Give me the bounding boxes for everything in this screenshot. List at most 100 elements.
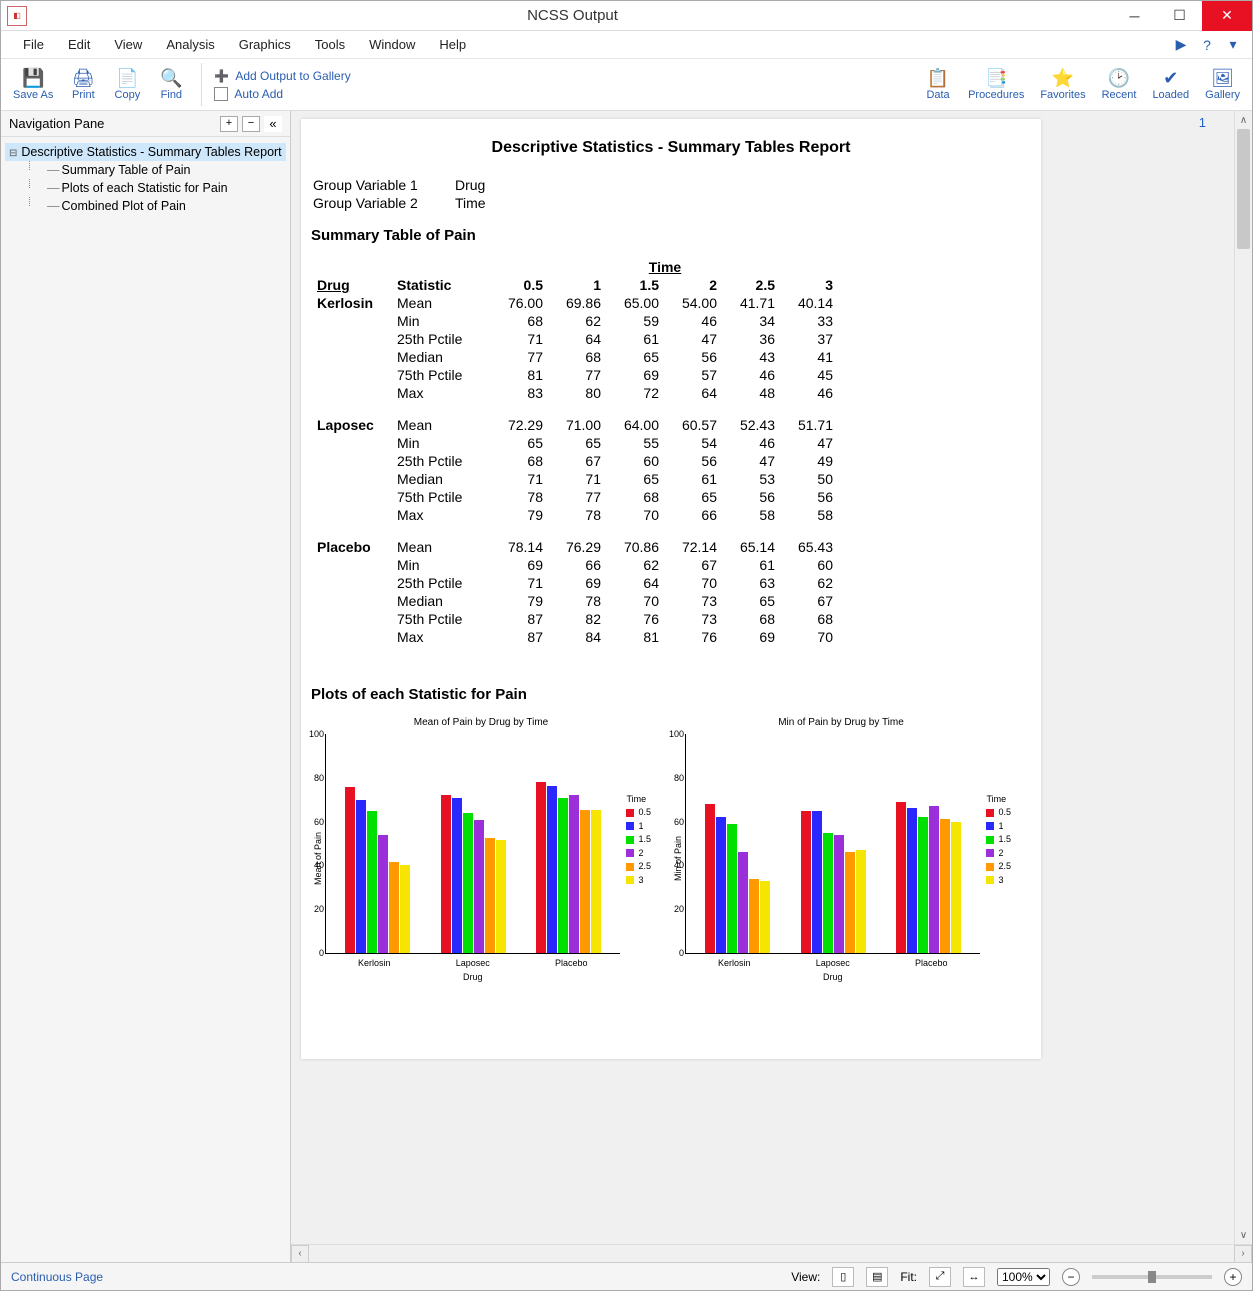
menu-file[interactable]: File — [11, 33, 56, 56]
table-row: 75th Pctile817769574645 — [311, 366, 839, 384]
tool-gallery[interactable]: 🖼Gallery — [1197, 67, 1248, 103]
recent-icon: 🕑 — [1108, 69, 1130, 87]
table-row: KerlosinMean76.0069.8665.0054.0041.7140.… — [311, 294, 839, 312]
bar — [727, 824, 737, 953]
page-mode[interactable]: Continuous Page — [11, 1270, 779, 1284]
zoom-in-button[interactable]: + — [1224, 1268, 1242, 1286]
table-row: Min656555544647 — [311, 434, 839, 452]
chart-0: Mean of Pain by Drug by TimeMean of Pain… — [311, 717, 651, 982]
status-bar: Continuous Page View: ▯ ▤ Fit: ⤢ ↔ 100% … — [1, 1262, 1252, 1290]
nav-pane-title: Navigation Pane — [9, 116, 216, 131]
menu-view[interactable]: View — [102, 33, 154, 56]
toolbar: 💾Save As🖨Print📄Copy🔍Find ➕ Add Output to… — [1, 59, 1252, 111]
table-row: Min686259463433 — [311, 312, 839, 330]
bar — [918, 817, 928, 953]
collapse-pane-button[interactable]: « — [264, 116, 282, 132]
checkbox-icon — [214, 87, 228, 101]
tool-recent[interactable]: 🕑Recent — [1094, 67, 1145, 103]
report-document: Descriptive Statistics - Summary Tables … — [301, 119, 1041, 1059]
zoom-slider[interactable] — [1092, 1275, 1212, 1279]
loaded-icon: ✔ — [1163, 69, 1178, 87]
legend: Time0.511.522.53 — [620, 734, 651, 982]
nav-node[interactable]: —Summary Table of Pain — [5, 161, 286, 179]
tool-save-as[interactable]: 💾Save As — [5, 67, 61, 103]
bar — [367, 811, 377, 953]
section-summary-title: Summary Table of Pain — [311, 227, 1031, 244]
bar — [547, 786, 557, 953]
table-row: Max838072644846 — [311, 384, 839, 402]
tool-loaded[interactable]: ✔Loaded — [1144, 67, 1197, 103]
bar — [823, 833, 833, 953]
tool-find[interactable]: 🔍Find — [149, 67, 193, 103]
menu-edit[interactable]: Edit — [56, 33, 102, 56]
zoom-out-button[interactable]: − — [1062, 1268, 1080, 1286]
menu-tools[interactable]: Tools — [303, 33, 357, 56]
scroll-up-icon[interactable]: ∧ — [1235, 111, 1252, 129]
bar — [705, 804, 715, 953]
bar — [801, 811, 811, 953]
auto-add-checkbox[interactable]: Auto Add — [214, 87, 350, 101]
bar — [345, 787, 355, 953]
plot-area: 020406080100 — [685, 734, 980, 954]
page-number: 1 — [1199, 115, 1206, 130]
close-button[interactable]: ✕ — [1202, 1, 1252, 31]
nav-node[interactable]: —Plots of each Statistic for Pain — [5, 179, 286, 197]
table-row: 25th Pctile716964706362 — [311, 574, 839, 592]
table-row: 75th Pctile878276736868 — [311, 610, 839, 628]
output-viewport[interactable]: 1 Descriptive Statistics - Summary Table… — [291, 111, 1234, 1244]
horizontal-scrollbar[interactable]: ‹ › — [291, 1244, 1252, 1262]
bar — [474, 820, 484, 953]
table-row: 25th Pctile716461473637 — [311, 330, 839, 348]
bar — [569, 795, 579, 953]
tool-procedures[interactable]: 📑Procedures — [960, 67, 1032, 103]
table-row: Min696662676160 — [311, 556, 839, 574]
save-as-icon: 💾 — [22, 69, 44, 87]
table-row: Max797870665858 — [311, 506, 839, 524]
play-icon[interactable]: ▶ — [1172, 36, 1190, 54]
title-bar: ◧ NCSS Output ─ ☐ ✕ — [1, 1, 1252, 31]
bar — [389, 862, 399, 953]
menu-help[interactable]: Help — [427, 33, 478, 56]
collapse-all-button[interactable]: − — [242, 116, 260, 132]
view-single-button[interactable]: ▯ — [832, 1267, 854, 1287]
maximize-button[interactable]: ☐ — [1157, 1, 1202, 31]
add-output-to-gallery[interactable]: ➕ Add Output to Gallery — [214, 69, 350, 83]
view-label: View: — [791, 1270, 820, 1284]
bar — [951, 822, 961, 953]
bar — [463, 813, 473, 953]
minimize-button[interactable]: ─ — [1112, 1, 1157, 31]
tool-print[interactable]: 🖨Print — [61, 67, 105, 103]
scroll-down-icon[interactable]: ∨ — [1235, 1226, 1252, 1244]
chart-1: Min of Pain by Drug by TimeMin of Pain02… — [671, 717, 1011, 982]
bar — [738, 852, 748, 953]
menu-window[interactable]: Window — [357, 33, 427, 56]
table-row: 25th Pctile686760564749 — [311, 452, 839, 470]
favorites-icon: ⭐ — [1052, 69, 1074, 87]
menu-graphics[interactable]: Graphics — [227, 33, 303, 56]
fit-page-button[interactable]: ⤢ — [929, 1267, 951, 1287]
bar — [716, 817, 726, 953]
nav-node-root[interactable]: Descriptive Statistics - Summary Tables … — [5, 143, 286, 161]
bar — [580, 810, 590, 953]
bar — [929, 806, 939, 953]
dropdown-icon[interactable]: ▾ — [1224, 36, 1242, 54]
help-icon[interactable]: ? — [1198, 36, 1216, 54]
vertical-scrollbar[interactable]: ∧ ∨ — [1234, 111, 1252, 1244]
view-continuous-button[interactable]: ▤ — [866, 1267, 888, 1287]
expand-all-button[interactable]: + — [220, 116, 238, 132]
fit-label: Fit: — [900, 1270, 917, 1284]
fit-width-button[interactable]: ↔ — [963, 1267, 985, 1287]
charts-row: Mean of Pain by Drug by TimeMean of Pain… — [311, 717, 1031, 982]
chart-title: Min of Pain by Drug by Time — [671, 717, 1011, 728]
tool-data[interactable]: 📋Data — [916, 67, 960, 103]
bar — [536, 782, 546, 953]
zoom-select[interactable]: 100% — [997, 1268, 1050, 1286]
tool-favorites[interactable]: ⭐Favorites — [1032, 67, 1093, 103]
tool-copy[interactable]: 📄Copy — [105, 67, 149, 103]
table-row: PlaceboMean78.1476.2970.8672.1465.1465.4… — [311, 538, 839, 556]
menu-analysis[interactable]: Analysis — [154, 33, 226, 56]
nav-node[interactable]: —Combined Plot of Pain — [5, 197, 286, 215]
navigation-pane: Navigation Pane + − « Descriptive Statis… — [1, 111, 291, 1262]
scroll-right-icon[interactable]: › — [1234, 1245, 1252, 1263]
scroll-left-icon[interactable]: ‹ — [291, 1245, 309, 1263]
